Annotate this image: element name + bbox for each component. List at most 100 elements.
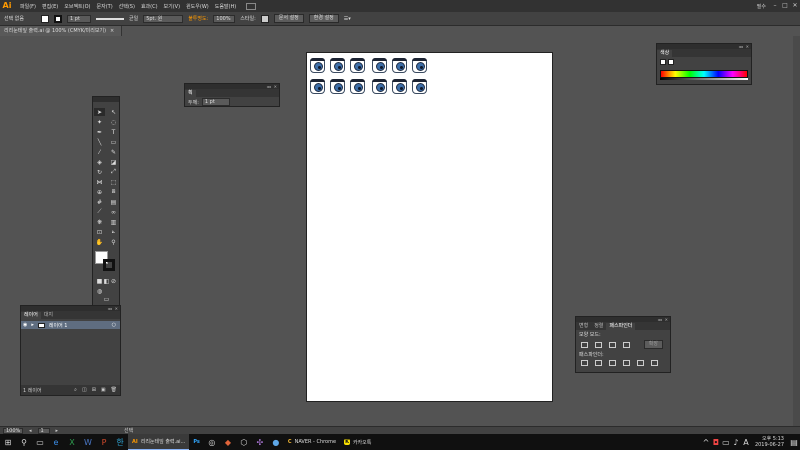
vertical-scrollbar[interactable] bbox=[793, 36, 800, 426]
document-tab[interactable]: 리리눈테잎 출력.ai @ 100% (CMYK/미리보기) × bbox=[0, 26, 122, 36]
notification-icon[interactable]: ▤ bbox=[788, 434, 800, 450]
blend-tool-icon[interactable]: ∞ bbox=[108, 208, 119, 216]
fill-swatch[interactable] bbox=[41, 14, 49, 23]
menu-select[interactable]: 선택(S) bbox=[119, 3, 135, 10]
preferences-button[interactable]: 환경 설정 bbox=[308, 14, 339, 23]
lasso-tool-icon[interactable]: ◌ bbox=[108, 118, 119, 126]
grayscale-ramp[interactable] bbox=[660, 78, 748, 80]
pinned-app-3-icon[interactable]: ● bbox=[268, 434, 284, 450]
type-tool-icon[interactable]: T bbox=[108, 128, 119, 136]
minus-front-icon[interactable] bbox=[595, 341, 602, 348]
tab-artboards[interactable]: 대지 bbox=[41, 312, 56, 319]
menu-object[interactable]: 오브젝트(O) bbox=[64, 3, 90, 10]
menu-effect[interactable]: 효과(C) bbox=[141, 3, 158, 10]
next-artboard-icon[interactable]: ▸ bbox=[56, 428, 59, 434]
windows-start-icon[interactable]: ⊞ bbox=[0, 434, 16, 450]
minus-back-icon[interactable] bbox=[651, 360, 658, 366]
maximize-button[interactable]: □ bbox=[780, 0, 790, 12]
white-swatch[interactable] bbox=[668, 59, 674, 65]
shape-builder-tool-icon[interactable]: ⊕ bbox=[94, 188, 105, 196]
eye-sticker-artwork[interactable] bbox=[412, 58, 427, 73]
perspective-grid-tool-icon[interactable]: ⧈ bbox=[108, 188, 119, 196]
delete-layer-icon[interactable]: 🗑 bbox=[111, 387, 117, 393]
exclude-icon[interactable] bbox=[623, 341, 630, 348]
column-graph-tool-icon[interactable]: ▥ bbox=[108, 218, 119, 226]
graphic-style-swatch[interactable] bbox=[260, 14, 269, 23]
tab-layers[interactable]: 레이어 bbox=[21, 312, 41, 319]
layer-row[interactable]: ◉ ▸ 레이어 1 ○ bbox=[21, 321, 120, 329]
layer-name[interactable]: 레이어 1 bbox=[49, 322, 68, 329]
unity-icon[interactable]: ⬡ bbox=[236, 434, 252, 450]
show-hidden-icons-icon[interactable]: ^ bbox=[701, 434, 711, 450]
eye-sticker-artwork[interactable] bbox=[330, 58, 345, 73]
arrange-documents-icon[interactable] bbox=[246, 2, 257, 10]
stroke-weight-input[interactable]: 1 pt bbox=[201, 98, 230, 106]
taskbar-app-illustrator[interactable]: AI 리리눈테잎 출력.ai... bbox=[128, 434, 190, 450]
word-icon[interactable]: W bbox=[80, 434, 96, 450]
magic-wand-tool-icon[interactable]: ✦ bbox=[94, 118, 105, 126]
hancom-icon[interactable]: 한 bbox=[112, 434, 128, 450]
eye-sticker-artwork[interactable] bbox=[310, 79, 325, 94]
tab-stroke[interactable]: 획 bbox=[185, 90, 196, 97]
pinned-app-icon[interactable]: ◆ bbox=[220, 434, 236, 450]
system-clock[interactable]: 오후 5:13 2019-06-27 bbox=[755, 436, 788, 448]
powerpoint-icon[interactable]: P bbox=[96, 434, 112, 450]
zoom-tool-icon[interactable]: ⚲ bbox=[108, 238, 119, 246]
crop-icon[interactable] bbox=[623, 360, 630, 366]
volume-icon[interactable]: ♪ bbox=[731, 434, 741, 450]
minimize-button[interactable]: – bbox=[770, 0, 780, 12]
workspace-switcher[interactable]: 필수 bbox=[757, 3, 766, 10]
tray-app-icon[interactable]: ◘ bbox=[711, 434, 721, 450]
divide-icon[interactable] bbox=[581, 360, 588, 366]
expand-button[interactable]: 확장 bbox=[643, 340, 663, 349]
width-tool-icon[interactable]: ⋈ bbox=[94, 178, 105, 186]
hand-tool-icon[interactable]: ✋ bbox=[94, 238, 105, 246]
ime-icon[interactable]: A bbox=[741, 434, 751, 450]
artboard-tool-icon[interactable]: ⊡ bbox=[94, 228, 105, 236]
tab-transform[interactable]: 변형 bbox=[576, 323, 591, 330]
color-spectrum[interactable] bbox=[660, 70, 748, 78]
eye-sticker-artwork[interactable] bbox=[330, 79, 345, 94]
artboard-number-field[interactable]: 1 bbox=[37, 427, 50, 434]
edge-icon[interactable]: e bbox=[48, 434, 64, 450]
wifi-app-icon[interactable]: ◎ bbox=[204, 434, 220, 450]
stroke-weight-field[interactable]: 1 pt bbox=[67, 14, 91, 23]
line-tool-icon[interactable]: ╲ bbox=[94, 138, 105, 146]
menu-window[interactable]: 윈도우(W) bbox=[186, 3, 209, 10]
make-clipping-mask-icon[interactable]: ◫ bbox=[82, 387, 87, 393]
menu-edit[interactable]: 편집(E) bbox=[42, 3, 58, 10]
menu-file[interactable]: 파일(F) bbox=[20, 3, 36, 10]
rectangle-tool-icon[interactable]: ▭ bbox=[108, 138, 119, 146]
expand-arrow-icon[interactable]: ▸ bbox=[31, 322, 34, 328]
zoom-field[interactable]: 100% bbox=[3, 427, 23, 434]
pencil-tool-icon[interactable]: ✎ bbox=[108, 148, 119, 156]
menu-type[interactable]: 문자(T) bbox=[97, 3, 113, 10]
eraser-tool-icon[interactable]: ◪ bbox=[108, 158, 119, 166]
menu-help[interactable]: 도움말(H) bbox=[215, 3, 236, 10]
draw-mode-icon[interactable]: ◍ bbox=[94, 287, 105, 295]
tab-align[interactable]: 정렬 bbox=[591, 323, 606, 330]
eye-sticker-artwork[interactable] bbox=[372, 79, 387, 94]
eye-sticker-artwork[interactable] bbox=[392, 58, 407, 73]
locate-object-icon[interactable]: ⌕ bbox=[74, 387, 77, 393]
pinned-app-2-icon[interactable]: ✣ bbox=[252, 434, 268, 450]
tab-color[interactable]: 색상 bbox=[657, 50, 673, 57]
gradient-tool-icon[interactable]: ▤ bbox=[108, 198, 119, 206]
taskbar-app-chrome[interactable]: C NAVER - Chrome bbox=[284, 434, 340, 450]
opacity-field[interactable]: 100% bbox=[213, 14, 236, 23]
pen-tool-icon[interactable]: ✒ bbox=[94, 128, 105, 136]
task-view-icon[interactable]: ▭ bbox=[32, 434, 48, 450]
network-icon[interactable]: ▭ bbox=[721, 434, 731, 450]
trim-icon[interactable] bbox=[595, 360, 602, 366]
arrange-icon[interactable]: ☰▾ bbox=[344, 16, 351, 22]
eye-sticker-artwork[interactable] bbox=[350, 79, 365, 94]
symbol-sprayer-tool-icon[interactable]: ❋ bbox=[94, 218, 105, 226]
close-button[interactable]: ✕ bbox=[790, 0, 800, 12]
eye-sticker-artwork[interactable] bbox=[372, 58, 387, 73]
target-icon[interactable]: ○ bbox=[112, 322, 116, 328]
search-icon[interactable]: ⚲ bbox=[16, 434, 32, 450]
none-swatch-icon[interactable] bbox=[660, 59, 666, 65]
opacity-label[interactable]: 불투명도: bbox=[188, 15, 208, 22]
menu-view[interactable]: 보기(V) bbox=[164, 3, 181, 10]
close-tab-icon[interactable]: × bbox=[110, 28, 114, 34]
